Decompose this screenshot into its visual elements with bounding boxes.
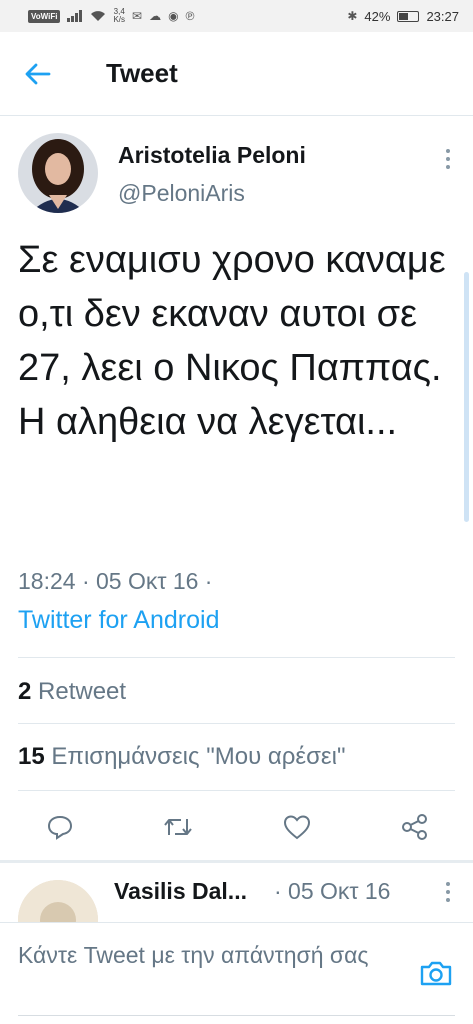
divider — [18, 723, 455, 724]
tweet-source-link[interactable]: Twitter for Android — [18, 606, 219, 635]
page-title: Tweet — [106, 58, 178, 88]
wifi-icon — [91, 11, 106, 21]
reply-date: · 05 Οκτ 16 — [274, 878, 391, 904]
author-name[interactable]: Aristotelia Peloni — [118, 142, 306, 169]
reply-icon — [47, 815, 73, 840]
reply-button[interactable] — [42, 809, 78, 845]
reply-item[interactable]: Vasilis Dal... · 05 Οκτ 16 — [18, 870, 458, 922]
divider — [18, 790, 455, 791]
back-button[interactable] — [0, 32, 80, 116]
reply-avatar[interactable] — [18, 880, 98, 922]
tweet-text: Σε εναμισυ χρονο καναμε ο,τι δεν εκαναν … — [18, 239, 446, 443]
status-bar: VoWiFi 3,4 K/s ✉ ☁ ◉ ℗ ✱ 42% 23:27 — [0, 0, 473, 32]
retweet-stat[interactable]: 2 Retweet — [18, 678, 126, 706]
tweet-author: Aristotelia Peloni @PeloniAris — [18, 133, 458, 213]
vowifi-badge: VoWiFi — [28, 9, 61, 23]
tweet-timestamp: 18:24 · 05 Οκτ 16 · — [18, 568, 213, 594]
mail-icon: ✉ — [132, 9, 143, 23]
like-button[interactable] — [279, 809, 315, 845]
more-vertical-icon[interactable] — [438, 145, 458, 173]
like-icon — [283, 815, 310, 840]
battery-percent: 42% — [364, 8, 391, 24]
share-icon — [401, 814, 427, 840]
browser-icon: ◉ — [168, 9, 179, 23]
author-handle[interactable]: @PeloniAris — [118, 180, 245, 207]
back-arrow-icon — [25, 63, 51, 84]
composer-underline — [18, 1015, 455, 1016]
tweet-actions — [18, 805, 455, 849]
camera-button[interactable] — [416, 953, 456, 993]
share-button[interactable] — [397, 809, 433, 845]
app-bar: Tweet — [0, 32, 473, 116]
reply-input[interactable]: Κάντε Tweet με την απάντησή σας — [18, 937, 398, 973]
retweet-button[interactable] — [160, 809, 196, 845]
section-separator — [0, 860, 473, 863]
pinterest-icon: ℗ — [185, 9, 195, 23]
like-stat[interactable]: 15 Επισημάνσεις "Μου αρέσει" — [18, 743, 345, 771]
signal-icon — [67, 10, 83, 22]
camera-icon — [420, 961, 452, 986]
scrollbar[interactable] — [464, 272, 469, 522]
battery-icon — [397, 10, 420, 22]
cloud-icon: ☁ — [149, 9, 162, 23]
divider — [18, 657, 455, 658]
reply-author-name[interactable]: Vasilis Dal... — [114, 878, 247, 905]
bluetooth-icon: ✱ — [347, 9, 358, 23]
clock: 23:27 — [426, 8, 459, 24]
more-vertical-icon[interactable] — [438, 878, 458, 906]
retweet-icon — [164, 819, 193, 835]
network-speed: 3,4 K/s — [113, 7, 126, 24]
author-avatar[interactable] — [18, 133, 98, 213]
reply-composer[interactable]: Κάντε Tweet με την απάντησή σας — [0, 922, 473, 1024]
